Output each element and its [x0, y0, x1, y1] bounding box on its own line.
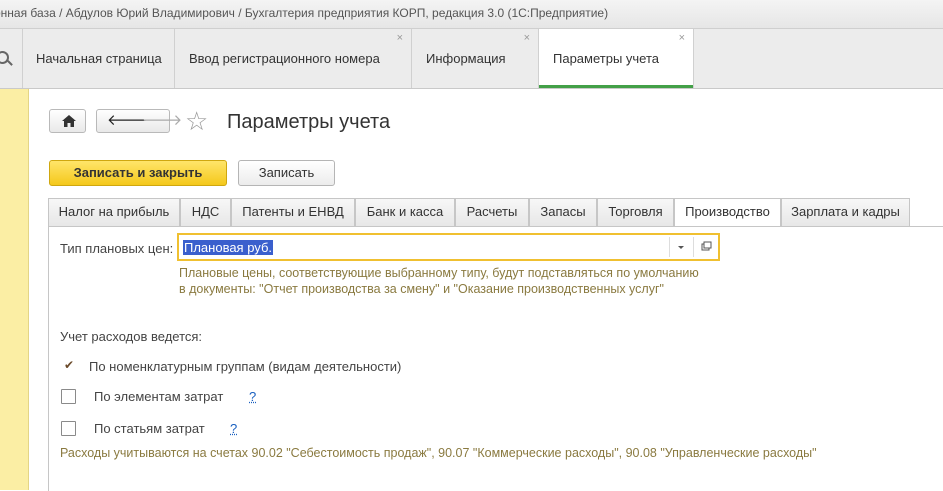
tab-home-page[interactable]: Начальная страница — [22, 29, 175, 88]
tab-salary-hr[interactable]: Зарплата и кадры — [781, 198, 910, 226]
price-type-field[interactable]: Плановая руб. — [177, 233, 720, 261]
save-and-close-button[interactable]: Записать и закрыть — [49, 160, 227, 186]
tab-vat[interactable]: НДС — [180, 198, 231, 226]
forward-arrow-icon[interactable]: 🡒 — [142, 113, 182, 129]
price-type-hint: Плановые цены, соответствующие выбранном… — [179, 265, 699, 297]
hint-line: Плановые цены, соответствующие выбранном… — [179, 266, 699, 280]
window-titlebar: онная база / Абдулов Юрий Владимирович /… — [0, 0, 943, 29]
active-tab-indicator — [539, 85, 693, 88]
help-link[interactable]: ? — [249, 389, 256, 404]
price-type-value: Плановая руб. — [183, 240, 273, 255]
open-window-icon — [701, 241, 712, 251]
help-link[interactable]: ? — [230, 421, 237, 436]
accounts-note: Расходы учитываются на счетах 90.02 "Себ… — [60, 446, 817, 460]
tab-accounting-parameters[interactable]: Параметры учета × — [539, 29, 694, 88]
price-type-label: Тип плановых цен: — [60, 241, 174, 256]
option-by-elements-checkbox[interactable] — [61, 389, 76, 404]
tab-registration-number[interactable]: Ввод регистрационного номера × — [175, 29, 412, 88]
checkmark-icon[interactable]: ✔ — [64, 358, 74, 372]
option-by-elements-label: По элементам затрат — [94, 389, 224, 404]
tab-patents-envd[interactable]: Патенты и ЕНВД — [231, 198, 355, 226]
close-icon[interactable]: × — [397, 23, 403, 53]
search-button[interactable] — [0, 29, 23, 88]
option-by-items-label: По статьям затрат — [94, 421, 205, 436]
navigation-buttons: 🡐 🡒 — [96, 109, 182, 133]
tab-label: Параметры учета — [553, 51, 660, 66]
dropdown-arrow-icon[interactable] — [669, 237, 692, 257]
home-button[interactable] — [49, 109, 86, 133]
tab-label: Ввод регистрационного номера — [189, 51, 380, 66]
tab-bank-cash[interactable]: Банк и касса — [355, 198, 455, 226]
tab-information[interactable]: Информация × — [412, 29, 539, 88]
tab-label: Начальная страница — [36, 51, 162, 66]
hint-line: в документы: "Отчет производства за смен… — [179, 282, 664, 296]
open-windows-bar: Начальная страница Ввод регистрационного… — [0, 29, 943, 89]
search-icon — [0, 51, 9, 64]
tab-label: Информация — [426, 51, 506, 66]
save-button[interactable]: Записать — [238, 160, 335, 186]
left-panel-strip — [0, 89, 29, 490]
close-icon[interactable]: × — [679, 23, 685, 53]
favorite-star-icon[interactable]: ☆ — [185, 106, 208, 136]
tab-inventory[interactable]: Запасы — [529, 198, 597, 226]
close-icon[interactable]: × — [524, 23, 530, 53]
home-icon — [62, 115, 76, 127]
option-by-items-checkbox[interactable] — [61, 421, 76, 436]
option-by-groups-label: По номенклатурным группам (видам деятель… — [89, 359, 402, 374]
form-title: Параметры учета — [227, 111, 391, 133]
window-title: онная база / Абдулов Юрий Владимирович /… — [0, 6, 609, 20]
tab-production[interactable]: Производство — [674, 198, 781, 227]
tab-settlements[interactable]: Расчеты — [455, 198, 529, 226]
tab-trade[interactable]: Торговля — [597, 198, 674, 226]
tab-profit-tax[interactable]: Налог на прибыль — [48, 198, 180, 226]
open-icon[interactable] — [693, 237, 718, 257]
costs-heading: Учет расходов ведется: — [60, 329, 203, 344]
